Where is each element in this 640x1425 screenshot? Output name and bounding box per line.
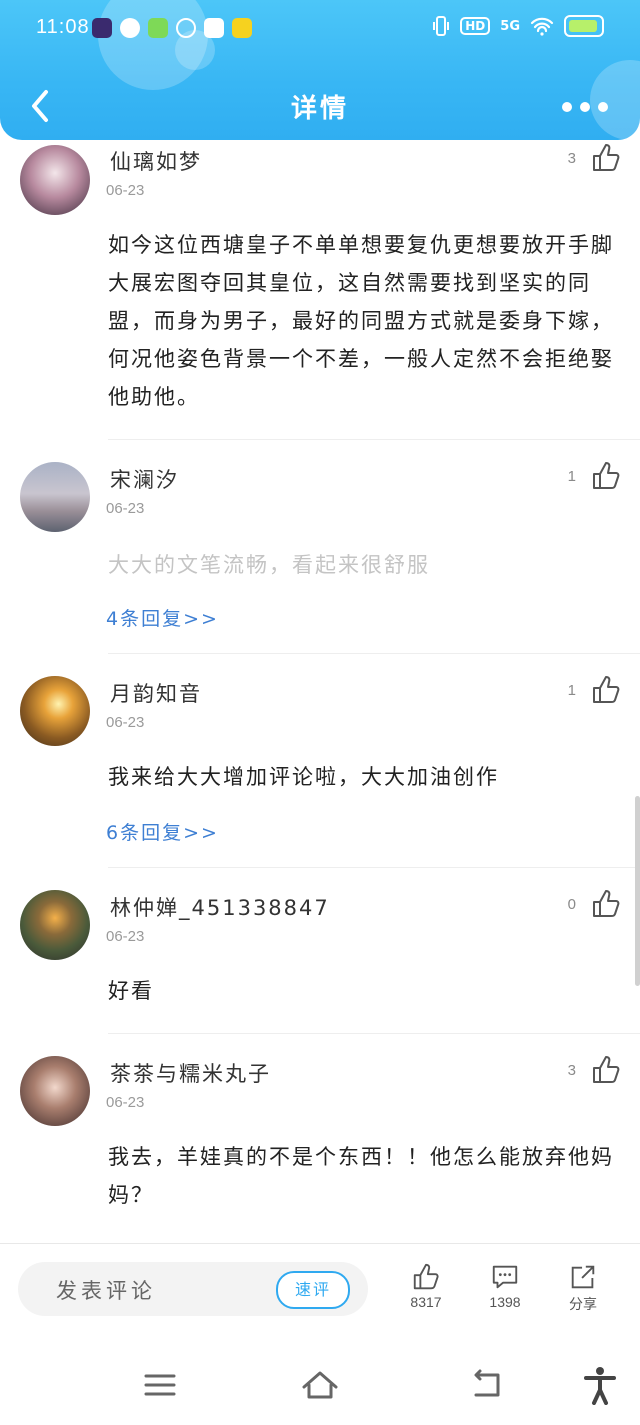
like-count: 1 [567,468,576,485]
share-button[interactable]: 分享 [553,1262,613,1314]
home-icon[interactable] [298,1365,342,1405]
thumbs-up-icon[interactable] [590,1054,622,1086]
like-total: 8317 [410,1294,442,1310]
wifi-icon [530,17,554,36]
comment-username[interactable]: 茶茶与糯米丸子 [110,1058,271,1088]
hd-badge: HD [460,17,491,35]
thumbs-up-icon [413,1263,439,1290]
top-header: 11:08 HD 5G 详情 [0,0,640,140]
view-replies-link[interactable]: 6条回复>> [106,818,219,845]
status-indicators: HD 5G [432,15,604,37]
comment-content: 我去，羊娃真的不是个东西！！他怎么能放弃他妈妈？ [108,1145,614,1207]
accessibility-icon[interactable] [578,1365,622,1405]
comment-username[interactable]: 宋澜汐 [110,464,179,494]
comment-icon [492,1265,518,1289]
comment-content: 我来给大大增加评论啦，大大加油创作 [108,765,499,789]
comment-date: 06-23 [106,182,145,199]
comment-item: 仙璃如梦 06-23 3 如今这位西塘皇子不单单想要复仇更想要放开手脚大展宏图夺… [0,140,640,440]
like-stat-button[interactable]: 8317 [396,1262,456,1310]
comment-username[interactable]: 林仲婵_451338847 [110,892,330,922]
comment-content: 如今这位西塘皇子不单单想要复仇更想要放开手脚大展宏图夺回其皇位，这自然需要找到坚… [108,233,614,409]
like-count: 0 [567,896,576,913]
system-nav-bar [0,1345,640,1425]
video-app-icon [148,18,168,38]
more-button[interactable] [560,92,610,122]
comment-stat-button[interactable]: 1398 [475,1262,535,1310]
comment-username[interactable]: 月韵知音 [110,678,202,708]
comment-date: 06-23 [106,714,145,731]
game-app-icon [92,18,112,38]
comment-date: 06-23 [106,1094,145,1111]
like-count: 3 [567,150,576,167]
share-icon [571,1265,595,1289]
nav-bar: 详情 [0,74,640,138]
avatar[interactable] [20,676,90,746]
bottom-action-bar: 发表评论 速评 8317 1398 分享 [0,1243,640,1334]
comment-date: 06-23 [106,500,145,517]
comment-placeholder: 发表评论 [56,1279,156,1303]
menu-icon[interactable] [138,1365,182,1405]
thumbs-up-icon[interactable] [590,460,622,492]
return-icon[interactable] [466,1365,510,1405]
comment-username[interactable]: 仙璃如梦 [110,146,202,176]
battery-icon [564,15,604,37]
comment-item: 月韵知音 06-23 1 我来给大大增加评论啦，大大加油创作 6条回复>> [0,654,640,868]
comment-input[interactable]: 发表评论 速评 [18,1262,368,1316]
comment-item: 宋澜汐 06-23 1 大大的文笔流畅，看起来很舒服 4条回复>> [0,440,640,654]
wechat-icon [176,18,196,38]
avatar[interactable] [20,462,90,532]
view-replies-link[interactable]: 4条回复>> [106,604,219,631]
page-title: 详情 [290,94,349,124]
compass-app-icon [120,18,140,38]
status-time: 11:08 [36,16,90,38]
notification-icons [92,18,252,38]
avatar[interactable] [20,890,90,960]
network-type: 5G [500,18,520,34]
kuaikan-app-icon [232,18,252,38]
quick-review-button[interactable]: 速评 [276,1271,350,1309]
like-count: 3 [567,1062,576,1079]
more-dots-icon [562,102,572,112]
status-bar: 11:08 HD 5G [0,0,640,56]
avatar[interactable] [20,1056,90,1126]
baidu-app-icon [204,18,224,38]
thumbs-up-icon[interactable] [590,888,622,920]
vibrate-icon [433,16,450,36]
comment-date: 06-23 [106,928,145,945]
avatar[interactable] [20,145,90,215]
comment-item: 茶茶与糯米丸子 06-23 3 我去，羊娃真的不是个东西！！他怎么能放弃他妈妈？ [0,1034,640,1239]
scrollbar[interactable] [635,796,640,986]
comment-content: 大大的文笔流畅，看起来很舒服 [108,553,430,577]
thumbs-up-icon[interactable] [590,674,622,706]
thumbs-up-icon[interactable] [590,142,622,174]
share-label: 分享 [569,1296,597,1312]
comment-content: 好看 [108,979,154,1003]
comment-item: 林仲婵_451338847 06-23 0 好看 [0,868,640,1034]
like-count: 1 [567,682,576,699]
comment-total: 1398 [489,1294,521,1310]
